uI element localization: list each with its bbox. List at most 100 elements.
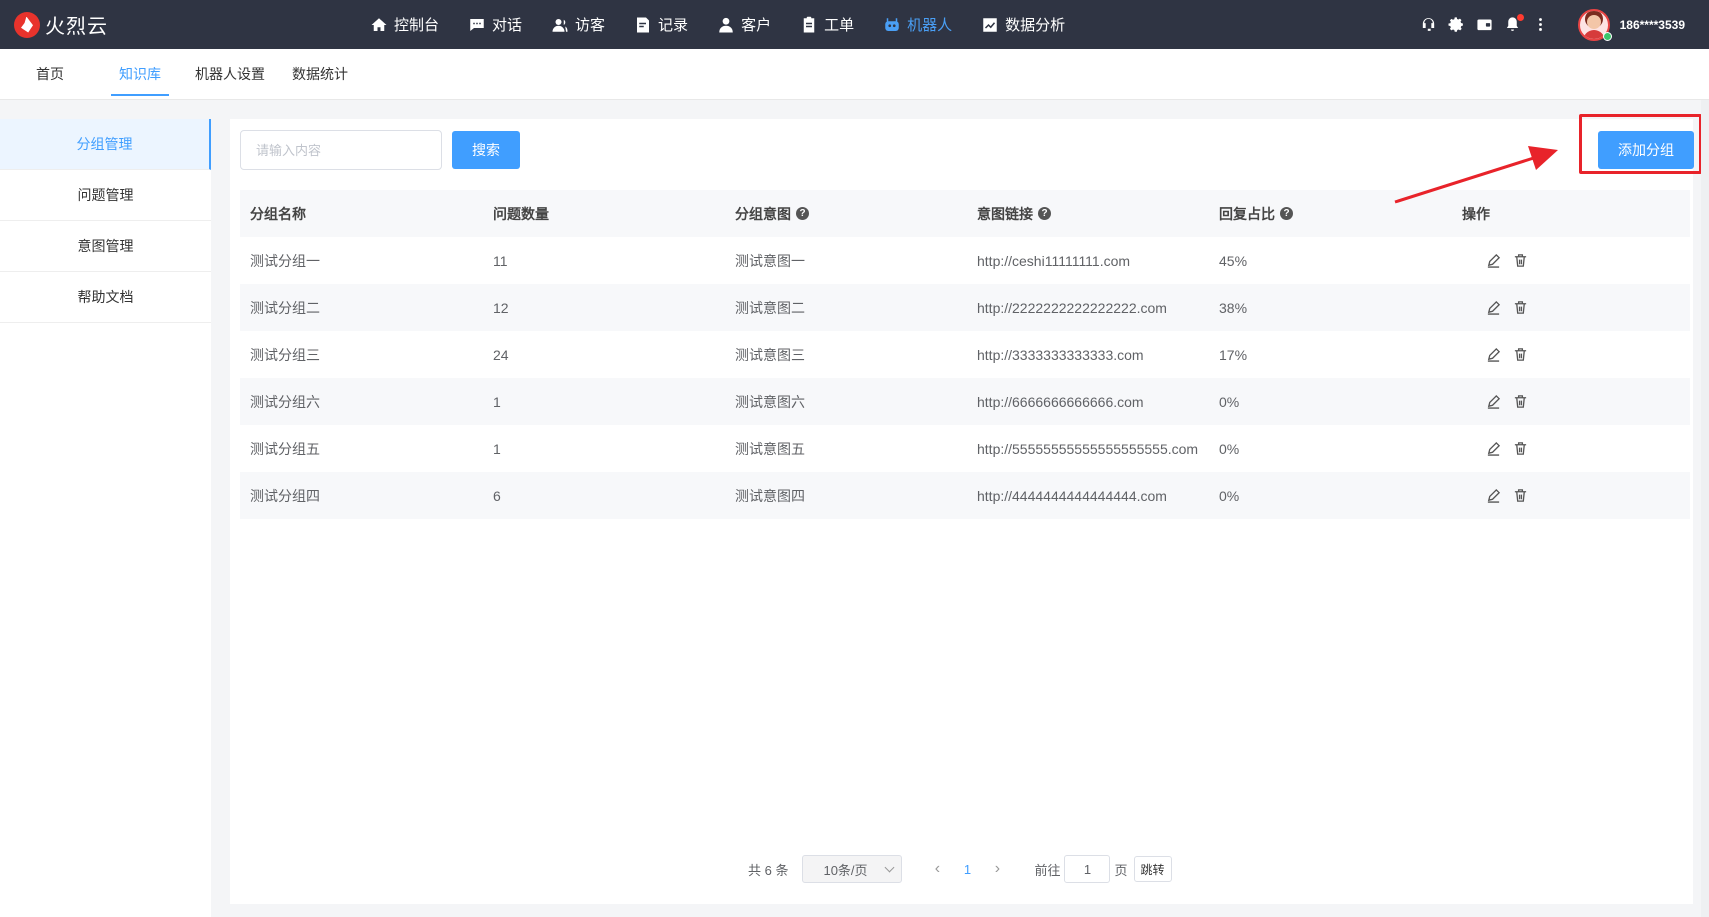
cell-question-count: 1 bbox=[493, 393, 501, 410]
table-row: 测试分组五 1 测试意图五 http://5555555555555555555… bbox=[240, 425, 1690, 472]
sub-tab-bar: 首页 知识库 机器人设置 数据统计 bbox=[0, 49, 1709, 100]
delete-trash-icon[interactable] bbox=[1513, 347, 1528, 362]
cell-actions bbox=[1452, 441, 1690, 456]
chat-icon bbox=[468, 16, 486, 34]
more-vertical-icon[interactable] bbox=[1532, 16, 1550, 34]
cell-question-count: 1 bbox=[493, 440, 501, 457]
cell-group-name: 测试分组一 bbox=[250, 252, 320, 269]
help-question-icon[interactable]: ? bbox=[1038, 207, 1051, 220]
prev-page-button[interactable]: ‹ bbox=[922, 855, 952, 883]
cell-intent-link: http://55555555555555555555.com bbox=[977, 440, 1199, 457]
page-scrollbar[interactable] bbox=[1701, 100, 1709, 917]
cell-reply-ratio: 0% bbox=[1219, 440, 1240, 457]
tab-home[interactable]: 首页 bbox=[36, 49, 64, 100]
tab-knowledge-base[interactable]: 知识库 bbox=[111, 49, 169, 100]
pagination-total: 共 6 条 bbox=[748, 862, 789, 878]
cell-group-name: 测试分组五 bbox=[250, 440, 320, 457]
page-number-button[interactable]: 1 bbox=[952, 855, 982, 883]
delete-trash-icon[interactable] bbox=[1513, 253, 1528, 268]
nav-item-analytics[interactable]: 数据分析 bbox=[981, 0, 1065, 49]
sidebar-item-group-management[interactable]: 分组管理 bbox=[0, 119, 211, 170]
delete-trash-icon[interactable] bbox=[1513, 441, 1528, 456]
customer-icon bbox=[717, 16, 735, 34]
cell-question-count: 12 bbox=[493, 299, 509, 316]
header-intent-link: 意图链接? bbox=[967, 204, 1209, 224]
table-row: 测试分组四 6 测试意图四 http://4444444444444444.co… bbox=[240, 472, 1690, 519]
cell-actions bbox=[1452, 394, 1690, 409]
edit-pencil-icon[interactable] bbox=[1486, 441, 1501, 456]
header-question-count: 问题数量 bbox=[493, 205, 549, 222]
sidebar: 分组管理 问题管理 意图管理 帮助文档 bbox=[0, 119, 211, 917]
chevron-down-icon bbox=[885, 862, 895, 873]
headset-icon[interactable] bbox=[1420, 16, 1438, 34]
jump-button[interactable]: 跳转 bbox=[1133, 856, 1172, 882]
cell-intent-link: http://3333333333333.com bbox=[977, 346, 1144, 363]
nav-label: 控制台 bbox=[394, 17, 440, 34]
edit-pencil-icon[interactable] bbox=[1486, 488, 1501, 503]
cell-group-intent: 测试意图四 bbox=[735, 487, 805, 504]
cell-question-count: 6 bbox=[493, 487, 501, 504]
cell-intent-link: http://6666666666666.com bbox=[977, 393, 1144, 410]
logo-flame-icon bbox=[14, 11, 40, 38]
nav-item-customer[interactable]: 客户 bbox=[717, 0, 771, 49]
main-panel: 搜索 添加分组 分组名称 问题数量 分组意图? 意图链接? 回复占比? 操作 测… bbox=[230, 119, 1694, 904]
cell-group-intent: 测试意图六 bbox=[735, 393, 805, 410]
annotation-arrow-icon bbox=[1394, 146, 1558, 204]
ticket-icon bbox=[800, 16, 818, 34]
nav-item-visitor[interactable]: 访客 bbox=[551, 0, 605, 49]
nav-item-dashboard[interactable]: 控制台 bbox=[370, 0, 439, 49]
sidebar-item-question-management[interactable]: 问题管理 bbox=[0, 170, 211, 221]
header-group-name: 分组名称 bbox=[250, 205, 306, 222]
help-question-icon[interactable]: ? bbox=[1280, 207, 1293, 220]
cell-question-count: 11 bbox=[493, 252, 508, 269]
cell-question-count: 24 bbox=[493, 346, 509, 363]
nav-label: 访客 bbox=[575, 17, 606, 34]
cell-actions bbox=[1452, 347, 1690, 362]
user-name[interactable]: 186****3539 bbox=[1620, 18, 1685, 32]
nav-item-ticket[interactable]: 工单 bbox=[800, 0, 854, 49]
main-nav: 控制台 对话 访客 记录 客户 工单 机器人 数据分析 bbox=[370, 0, 1094, 49]
nav-item-robot[interactable]: 机器人 bbox=[883, 0, 952, 49]
edit-pencil-icon[interactable] bbox=[1486, 347, 1501, 362]
search-input[interactable] bbox=[240, 130, 442, 170]
header-group-intent: 分组意图? bbox=[725, 204, 967, 224]
nav-label: 客户 bbox=[741, 17, 772, 34]
notification-bell-icon[interactable] bbox=[1504, 13, 1524, 34]
table-row: 测试分组二 12 测试意图二 http://2222222222222222.c… bbox=[240, 284, 1690, 331]
online-status-dot bbox=[1603, 32, 1612, 41]
delete-trash-icon[interactable] bbox=[1513, 300, 1528, 315]
tab-robot-settings[interactable]: 机器人设置 bbox=[195, 49, 265, 100]
cell-actions bbox=[1452, 300, 1690, 315]
nav-item-chat[interactable]: 对话 bbox=[468, 0, 522, 49]
app-logo[interactable]: 火烈云 bbox=[14, 10, 108, 39]
next-page-button[interactable]: › bbox=[982, 855, 1012, 883]
robot-icon bbox=[883, 16, 901, 34]
cell-group-intent: 测试意图三 bbox=[735, 346, 805, 363]
goto-page-input[interactable] bbox=[1064, 855, 1111, 883]
goto-label: 前往 bbox=[1034, 862, 1061, 878]
edit-pencil-icon[interactable] bbox=[1486, 253, 1501, 268]
edit-pencil-icon[interactable] bbox=[1486, 394, 1501, 409]
help-question-icon[interactable]: ? bbox=[796, 207, 809, 220]
wallet-icon[interactable] bbox=[1476, 16, 1494, 34]
edit-pencil-icon[interactable] bbox=[1486, 300, 1501, 315]
page-size-select[interactable]: 10条/页 bbox=[802, 855, 903, 883]
nav-label: 数据分析 bbox=[1005, 17, 1066, 34]
cell-actions bbox=[1452, 253, 1690, 268]
delete-trash-icon[interactable] bbox=[1513, 394, 1528, 409]
header-reply-ratio-label: 回复占比 bbox=[1219, 205, 1275, 222]
notification-badge bbox=[1516, 13, 1524, 21]
settings-gear-icon[interactable] bbox=[1448, 16, 1466, 34]
sidebar-item-help-docs[interactable]: 帮助文档 bbox=[0, 272, 211, 323]
table-row: 测试分组一 11 测试意图一 http://ceshi11111111.com … bbox=[240, 237, 1690, 284]
search-button[interactable]: 搜索 bbox=[452, 131, 520, 169]
annotation-highlight-box bbox=[1579, 114, 1702, 174]
page-size-value: 10条/页 bbox=[823, 862, 868, 878]
sidebar-item-intent-management[interactable]: 意图管理 bbox=[0, 221, 211, 272]
nav-label: 机器人 bbox=[907, 17, 953, 34]
nav-item-record[interactable]: 记录 bbox=[634, 0, 688, 49]
delete-trash-icon[interactable] bbox=[1513, 488, 1528, 503]
cell-intent-link: http://ceshi11111111.com bbox=[977, 252, 1131, 269]
cell-group-intent: 测试意图二 bbox=[735, 299, 805, 316]
tab-data-stats[interactable]: 数据统计 bbox=[292, 49, 348, 100]
